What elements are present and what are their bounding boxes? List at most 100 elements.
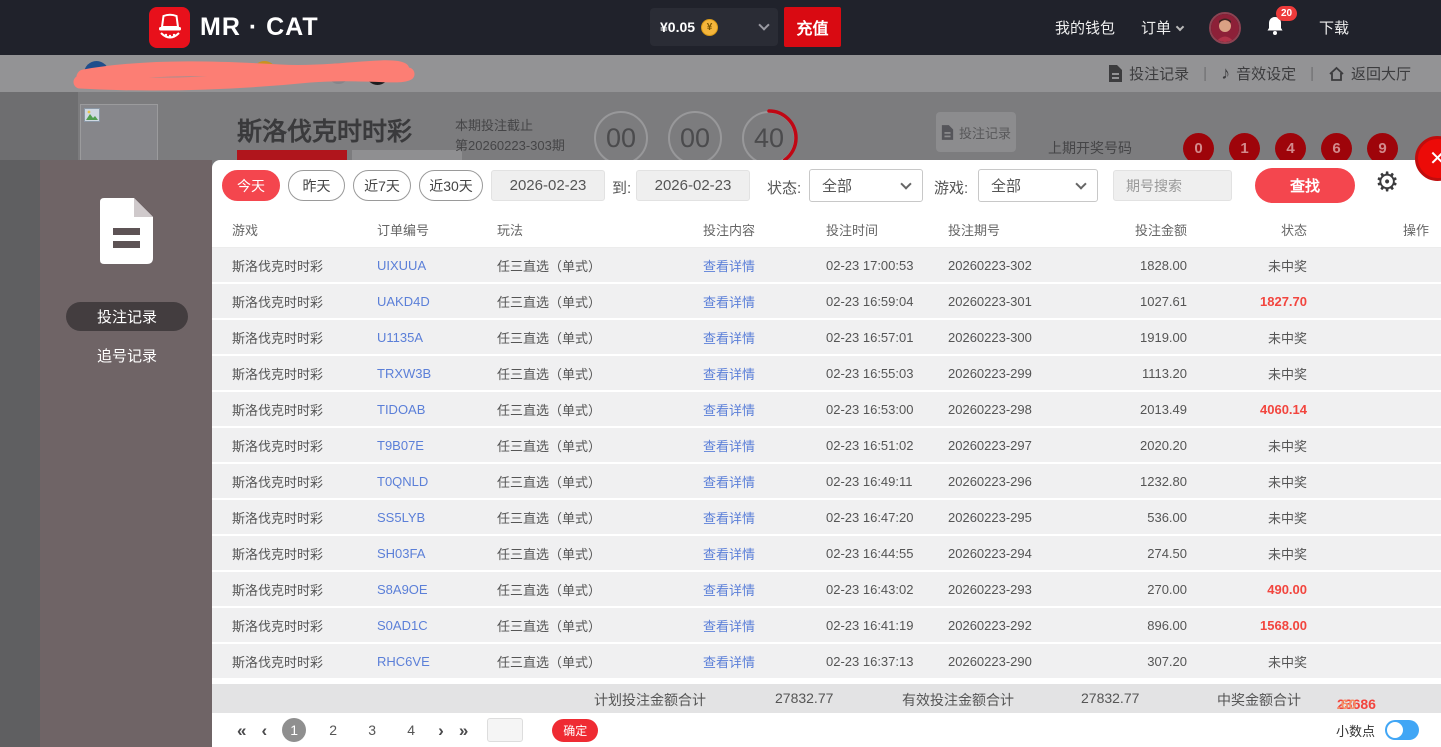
view-details-link[interactable]: 查看详情 (703, 572, 826, 606)
cell-period: 20260223-294 (948, 536, 1072, 570)
view-details-link[interactable]: 查看详情 (703, 500, 826, 534)
prev-page-button[interactable]: ‹ (261, 722, 267, 739)
game-bet-records-button[interactable]: 投注记录 (936, 112, 1016, 152)
game-header-section: 斯洛伐克时时彩 本期投注截止 第20260223-303期 00 00 40 投… (0, 92, 1441, 160)
cell-order-id[interactable]: UIXUUA (377, 248, 497, 282)
page-button-1[interactable]: 1 (282, 718, 306, 742)
cell-status: 未中奖 (1197, 644, 1317, 678)
deadline-info: 本期投注截止 第20260223-303期 (455, 116, 565, 156)
cell-order-id[interactable]: S8A9OE (377, 572, 497, 606)
table-row: 斯洛伐克时时彩 U1135A 任三直选（单式） 查看详情 02-23 16:57… (212, 320, 1441, 356)
view-details-link[interactable]: 查看详情 (703, 284, 826, 318)
filter-30days-button[interactable]: 近30天 (419, 170, 483, 201)
recharge-button[interactable]: 充值 (784, 7, 841, 47)
game-bet-records-label: 投注记录 (959, 123, 1011, 142)
download-link[interactable]: 下载 (1319, 17, 1349, 38)
date-to-input[interactable]: 2026-02-23 (636, 170, 750, 201)
cell-order-id[interactable]: TRXW3B (377, 356, 497, 390)
cell-bet-time: 02-23 16:57:01 (826, 320, 948, 354)
user-avatar[interactable] (1209, 12, 1241, 44)
cell-amount: 1027.61 (1072, 284, 1197, 318)
date-from-input[interactable]: 2026-02-23 (491, 170, 605, 201)
cell-order-id[interactable]: T9B07E (377, 428, 497, 462)
view-details-link[interactable]: 查看详情 (703, 392, 826, 426)
cell-actions (1317, 428, 1441, 462)
cell-status: 未中奖 (1197, 536, 1317, 570)
confirm-page-button[interactable]: 确定 (552, 719, 598, 742)
cell-status: 未中奖 (1197, 428, 1317, 462)
next-page-button[interactable]: › (438, 722, 444, 739)
page-button-3[interactable]: 3 (360, 718, 384, 742)
top-navbar: MR · CAT ¥0.05 ¥ 充值 我的钱包 订单 (0, 0, 1441, 55)
cell-period: 20260223-299 (948, 356, 1072, 390)
chevron-down-icon (1176, 22, 1184, 30)
cell-play-type: 任三直选（单式） (497, 500, 703, 534)
header-order-id: 订单编号 (377, 212, 497, 247)
cell-order-id[interactable]: U1135A (377, 320, 497, 354)
home-icon (1328, 66, 1345, 82)
cell-order-id[interactable]: SH03FA (377, 536, 497, 570)
game-select[interactable]: 全部 (978, 169, 1098, 202)
sidebar-item-chase-records[interactable]: 追号记录 (66, 341, 188, 370)
view-details-link[interactable]: 查看详情 (703, 644, 826, 678)
table-row: 斯洛伐克时时彩 SH03FA 任三直选（单式） 查看详情 02-23 16:44… (212, 536, 1441, 572)
table-row: 斯洛伐克时时彩 UIXUUA 任三直选（单式） 查看详情 02-23 17:00… (212, 248, 1441, 284)
filter-7days-button[interactable]: 近7天 (353, 170, 411, 201)
cell-game: 斯洛伐克时时彩 (212, 284, 377, 318)
decimal-toggle[interactable] (1385, 720, 1419, 740)
sub-header-actions: 投注记录 | ♪ 音效设定 | 返回大厅 (1108, 55, 1411, 92)
cell-bet-time: 02-23 17:00:53 (826, 248, 948, 282)
cell-order-id[interactable]: UAKD4D (377, 284, 497, 318)
cell-order-id[interactable]: TIDOAB (377, 392, 497, 426)
gear-icon[interactable]: ⚙ (1375, 169, 1399, 196)
sound-settings-link[interactable]: ♪ 音效设定 (1221, 63, 1296, 84)
pagination-bar: « ‹ 1 2 3 4 › » 确定 小数点 (212, 713, 1441, 747)
cell-actions (1317, 248, 1441, 282)
cell-game: 斯洛伐克时时彩 (212, 392, 377, 426)
period-search-input[interactable] (1113, 170, 1232, 201)
cell-play-type: 任三直选（单式） (497, 464, 703, 498)
my-wallet-link[interactable]: 我的钱包 (1055, 17, 1115, 38)
cell-amount: 896.00 (1072, 608, 1197, 642)
valid-total-label: 有效投注金额合计 (902, 690, 1014, 710)
orders-menu[interactable]: 订单 (1141, 17, 1183, 38)
view-details-link[interactable]: 查看详情 (703, 356, 826, 390)
cell-actions (1317, 320, 1441, 354)
balance-dropdown[interactable]: ¥0.05 ¥ (650, 8, 778, 46)
view-details-link[interactable]: 查看详情 (703, 428, 826, 462)
find-button[interactable]: 查找 (1255, 168, 1355, 203)
cell-order-id[interactable]: T0QNLD (377, 464, 497, 498)
cell-order-id[interactable]: S0AD1C (377, 608, 497, 642)
cell-game: 斯洛伐克时时彩 (212, 644, 377, 678)
status-select[interactable]: 全部 (809, 169, 923, 202)
back-to-lobby-link[interactable]: 返回大厅 (1328, 63, 1411, 84)
current-period-label: 第20260223-303期 (455, 136, 565, 156)
filter-today-button[interactable]: 今天 (222, 170, 280, 201)
last-page-button[interactable]: » (459, 722, 468, 739)
view-details-link[interactable]: 查看详情 (703, 536, 826, 570)
cell-amount: 1232.80 (1072, 464, 1197, 498)
view-details-link[interactable]: 查看详情 (703, 464, 826, 498)
first-page-button[interactable]: « (237, 722, 246, 739)
page-button-4[interactable]: 4 (399, 718, 423, 742)
mrcat-logo-icon[interactable] (149, 7, 190, 48)
cell-order-id[interactable]: RHC6VE (377, 644, 497, 678)
table-header: 游戏 订单编号 玩法 投注内容 投注时间 投注期号 投注金额 状态 操作 (212, 212, 1441, 248)
cell-actions (1317, 536, 1441, 570)
sidebar-item-bet-records[interactable]: 投注记录 (66, 302, 188, 331)
header-play-type: 玩法 (497, 212, 703, 247)
filter-yesterday-button[interactable]: 昨天 (288, 170, 345, 201)
view-details-link[interactable]: 查看详情 (703, 248, 826, 282)
navbar-right: 我的钱包 订单 20 (1055, 0, 1441, 55)
page-jump-input[interactable] (487, 718, 523, 742)
view-details-link[interactable]: 查看详情 (703, 320, 826, 354)
view-details-link[interactable]: 查看详情 (703, 608, 826, 642)
cell-game: 斯洛伐克时时彩 (212, 320, 377, 354)
notifications-bell[interactable]: 20 (1265, 15, 1285, 40)
cell-actions (1317, 500, 1441, 534)
game-select-value: 全部 (991, 175, 1021, 196)
cell-game: 斯洛伐克时时彩 (212, 248, 377, 282)
cell-order-id[interactable]: SS5LYB (377, 500, 497, 534)
bet-records-link[interactable]: 投注记录 (1108, 63, 1189, 84)
page-button-2[interactable]: 2 (321, 718, 345, 742)
